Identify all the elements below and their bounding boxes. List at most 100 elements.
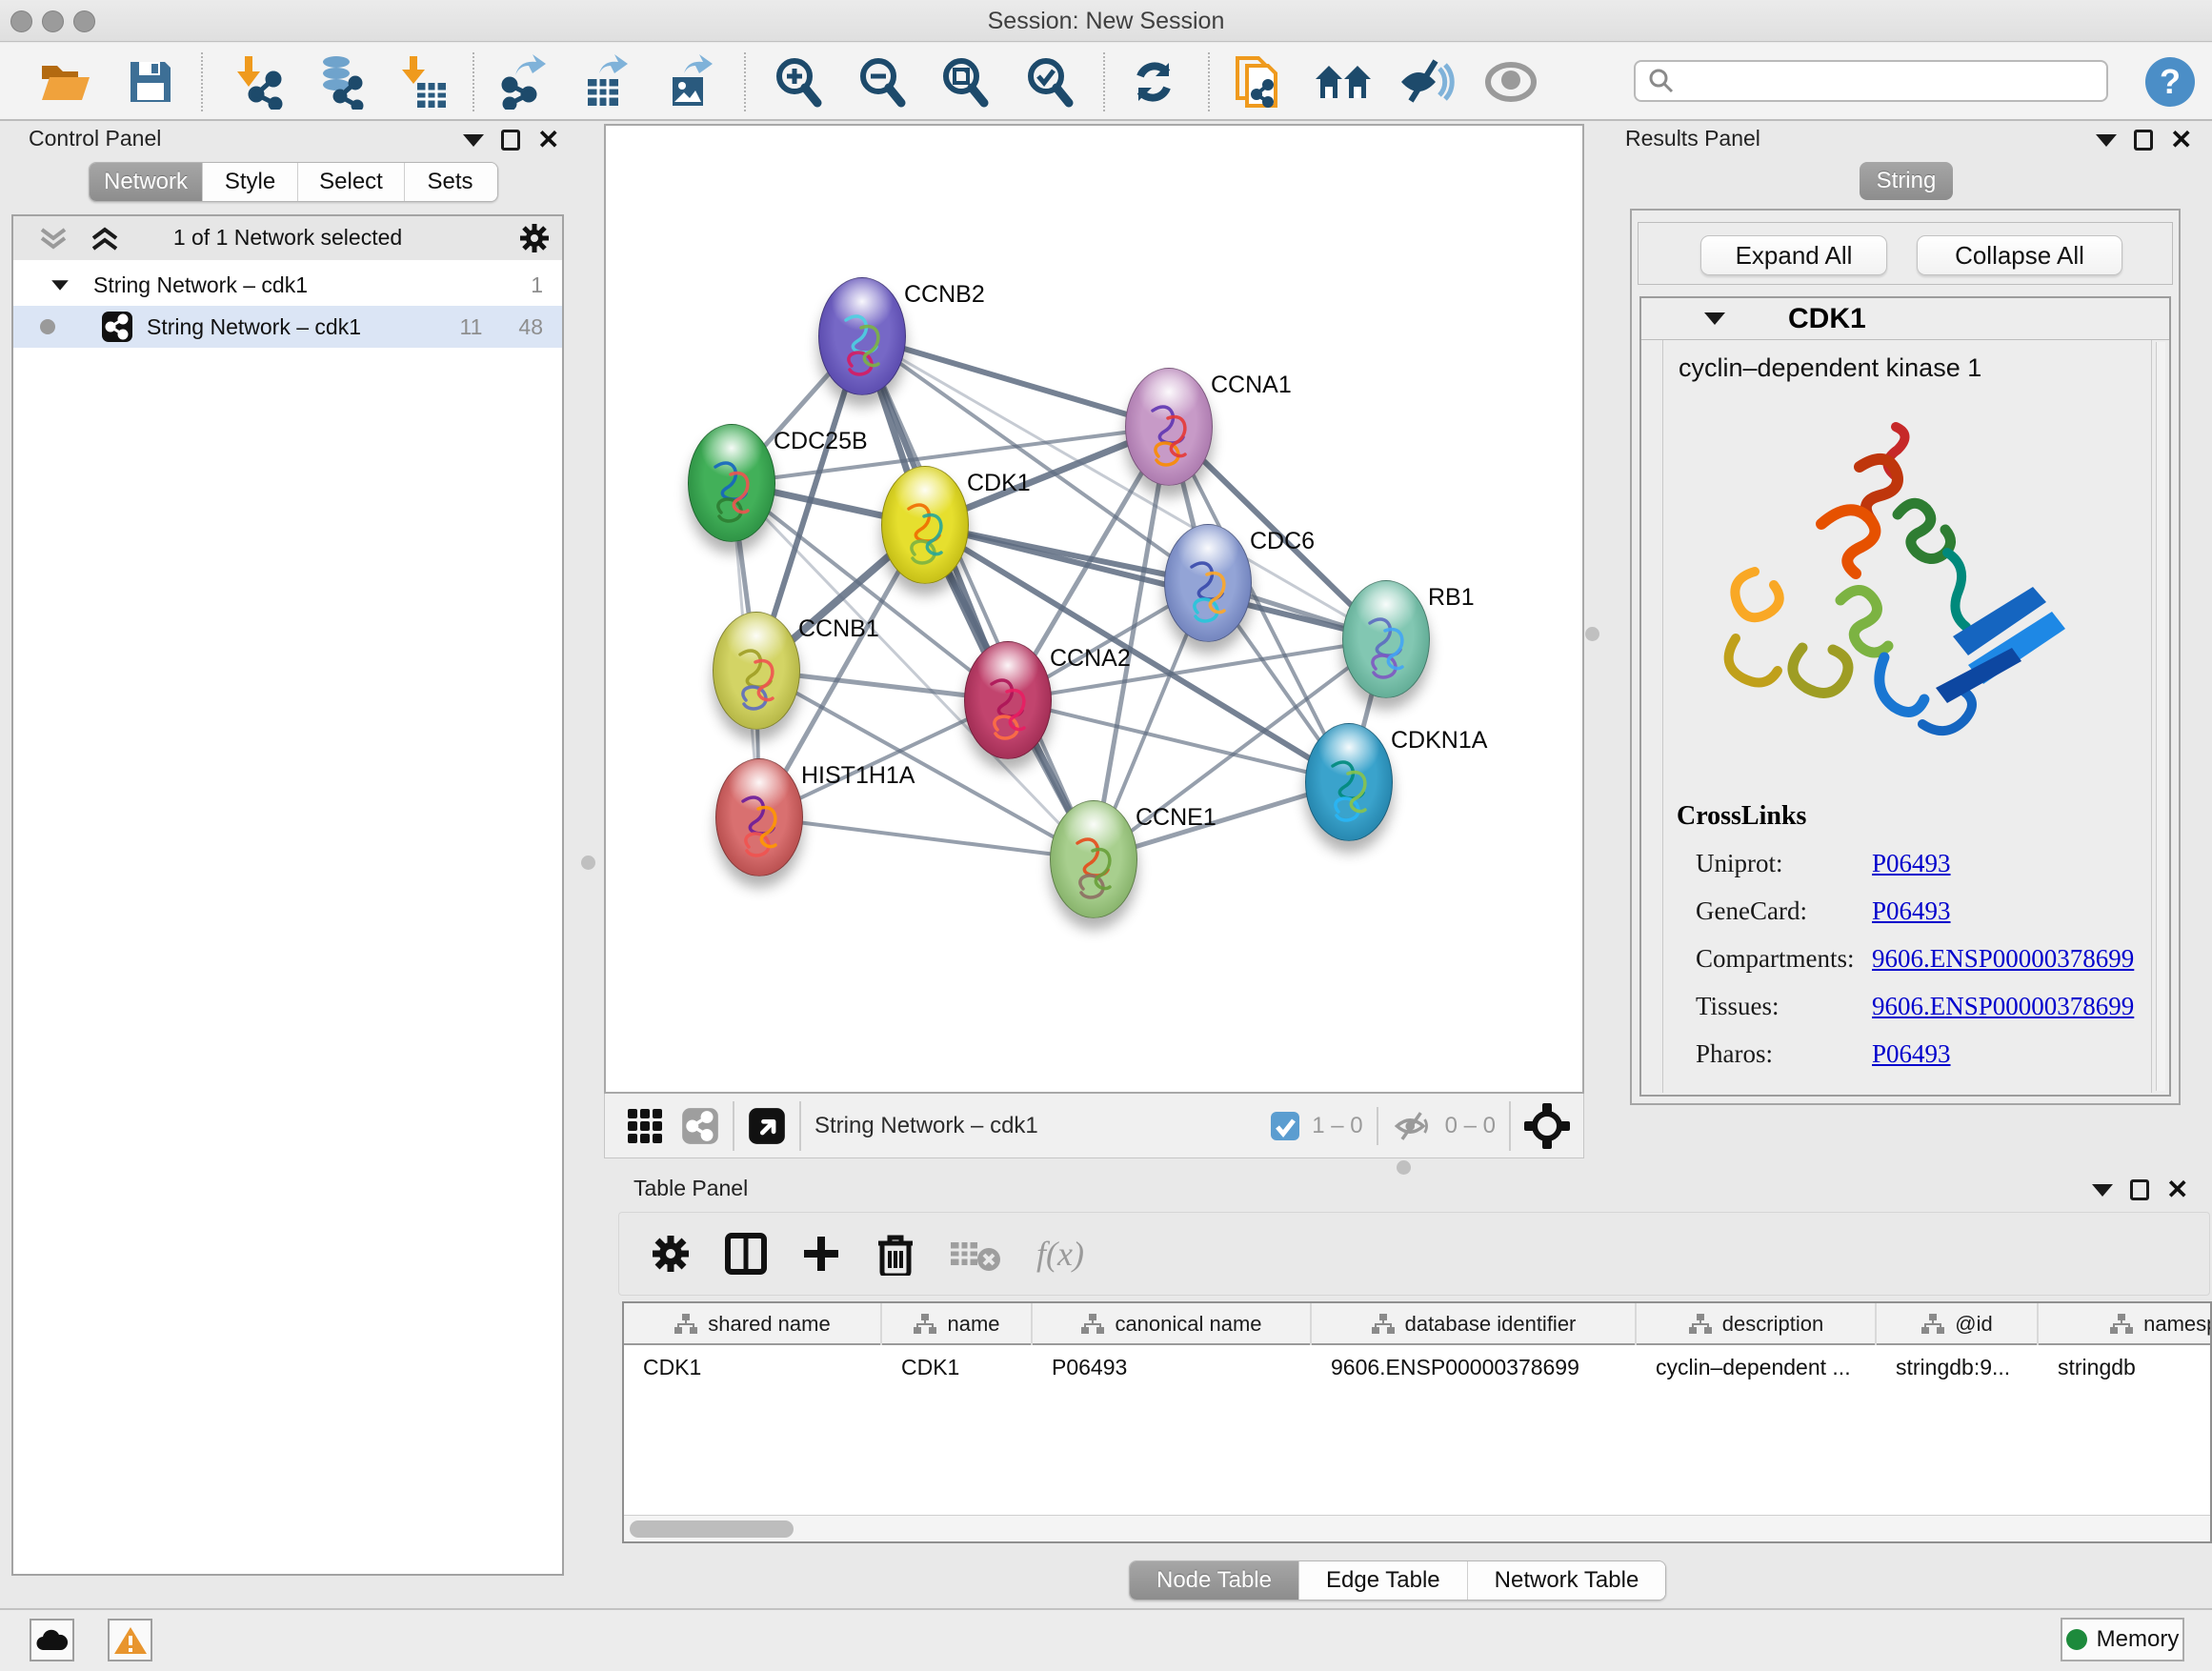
show-columns-icon[interactable]	[724, 1232, 768, 1276]
graph-node-ccna2[interactable]	[964, 641, 1052, 759]
network-row[interactable]: String Network – cdk1 11 48	[13, 306, 562, 348]
crosslink-value-link[interactable]: P06493	[1872, 1039, 1951, 1069]
search-field[interactable]	[1634, 60, 2108, 102]
control-panel-float-icon[interactable]	[501, 130, 520, 151]
column-header-@id[interactable]: @id	[1877, 1303, 2039, 1345]
network-options-gear-icon[interactable]	[518, 222, 551, 254]
table-cell[interactable]: P06493	[1033, 1347, 1312, 1387]
warnings-button[interactable]	[108, 1619, 152, 1661]
tree-expand-icon[interactable]	[51, 280, 69, 290]
add-column-icon[interactable]	[800, 1233, 842, 1275]
selected-checkbox-icon[interactable]	[1270, 1111, 1300, 1141]
graph-node-cdc25b[interactable]	[688, 424, 775, 542]
results-scrollbar[interactable]	[2156, 342, 2165, 1091]
graph-node-label: CDK1	[967, 470, 1031, 497]
import-network-button[interactable]	[228, 52, 289, 111]
refresh-layout-button[interactable]	[1123, 52, 1184, 111]
table-cell[interactable]: stringdb	[2039, 1347, 2212, 1387]
table-cell[interactable]: CDK1	[882, 1347, 1033, 1387]
zoom-out-button[interactable]	[852, 52, 913, 111]
results-panel-float-icon[interactable]	[2134, 130, 2153, 151]
memory-button[interactable]: Memory	[2061, 1618, 2184, 1661]
save-session-button[interactable]	[120, 52, 181, 111]
tab-sets[interactable]: Sets	[404, 163, 495, 201]
column-header-name[interactable]: name	[882, 1303, 1033, 1345]
tab-style[interactable]: Style	[202, 163, 297, 201]
graph-node-cdc6[interactable]	[1164, 524, 1252, 642]
results-panel-close-icon[interactable]: ✕	[2170, 130, 2192, 151]
results-panel-menu-icon[interactable]	[2096, 134, 2117, 147]
tab-network[interactable]: Network	[90, 163, 202, 201]
graph-node-rb1[interactable]	[1342, 580, 1430, 698]
crosslink-value-link[interactable]: 9606.ENSP00000378699	[1872, 944, 2134, 974]
tab-string[interactable]: String	[1860, 162, 1953, 200]
network-share-icon	[101, 311, 133, 343]
column-header-database-identifier[interactable]: database identifier	[1312, 1303, 1637, 1345]
graph-node-ccnb2[interactable]	[818, 277, 906, 395]
import-database-button[interactable]	[308, 52, 369, 111]
table-row[interactable]: CDK1CDK1P064939606.ENSP00000378699cyclin…	[624, 1347, 2212, 1387]
hide-selected-button[interactable]	[1396, 52, 1457, 111]
zoom-selected-button[interactable]	[1019, 52, 1080, 111]
table-panel-menu-icon[interactable]	[2092, 1184, 2113, 1197]
open-session-button[interactable]	[34, 52, 95, 111]
pan-crosshair-icon[interactable]	[1524, 1103, 1570, 1149]
search-input[interactable]	[1683, 69, 2106, 94]
network-collection-row[interactable]: String Network – cdk1 1	[13, 264, 562, 306]
zoom-fit-button[interactable]	[935, 52, 995, 111]
table-cell[interactable]: 9606.ENSP00000378699	[1312, 1347, 1637, 1387]
table-gear-icon[interactable]	[650, 1233, 692, 1275]
column-header-canonical-name[interactable]: canonical name	[1033, 1303, 1312, 1345]
column-header-description[interactable]: description	[1637, 1303, 1877, 1345]
export-image-button[interactable]	[659, 52, 720, 111]
grid-view-icon[interactable]	[628, 1109, 662, 1143]
table-cell[interactable]: stringdb:9...	[1877, 1347, 2039, 1387]
network-selected-status: 1 of 1 Network selected	[13, 225, 562, 251]
control-panel-close-icon[interactable]: ✕	[537, 130, 559, 151]
export-table-button[interactable]	[576, 52, 637, 111]
crosslink-value-link[interactable]: P06493	[1872, 849, 1951, 878]
column-header-namespace[interactable]: namespace	[2039, 1303, 2212, 1345]
expand-all-button[interactable]: Expand All	[1700, 235, 1887, 275]
right-splitter-handle[interactable]	[1585, 627, 1599, 641]
network-canvas[interactable]: CCNB2CCNA1CDC25BCDK1CDC6RB1CCNB1CCNA2CDK…	[604, 124, 1584, 1094]
clone-network-button[interactable]	[1229, 52, 1290, 111]
graph-node-ccne1[interactable]	[1050, 800, 1137, 918]
show-all-button[interactable]	[1480, 52, 1541, 111]
delete-column-icon[interactable]	[875, 1232, 916, 1276]
gene-section-header[interactable]: CDK1	[1641, 298, 2169, 340]
left-splitter-handle[interactable]	[581, 856, 595, 870]
zoom-in-button[interactable]	[768, 52, 829, 111]
control-panel-menu-icon[interactable]	[463, 134, 484, 147]
graph-node-ccnb1[interactable]	[713, 612, 800, 730]
horizontal-splitter-handle[interactable]	[1397, 1160, 1411, 1175]
table-panel-float-icon[interactable]	[2130, 1179, 2149, 1200]
table-panel-close-icon[interactable]: ✕	[2166, 1179, 2188, 1200]
column-header-shared-name[interactable]: shared name	[624, 1303, 882, 1345]
graph-node-cdk1[interactable]	[881, 466, 969, 584]
tab-select[interactable]: Select	[297, 163, 404, 201]
gene-collapse-icon[interactable]	[1704, 312, 1725, 325]
first-neighbors-button[interactable]	[1313, 52, 1374, 111]
export-network-button[interactable]	[493, 52, 553, 111]
help-button[interactable]: ?	[2140, 52, 2201, 111]
table-cell[interactable]: CDK1	[624, 1347, 882, 1387]
graph-node-hist1h1a[interactable]	[715, 758, 803, 876]
graph-node-ccna1[interactable]	[1125, 368, 1213, 486]
current-network-title: String Network – cdk1	[814, 1113, 1038, 1139]
tab-node-table[interactable]: Node Table	[1130, 1561, 1298, 1600]
crosslink-value-link[interactable]: P06493	[1872, 896, 1951, 926]
table-cell[interactable]: cyclin–dependent ...	[1637, 1347, 1877, 1387]
crosslink-value-link[interactable]: 9606.ENSP00000378699	[1872, 992, 2134, 1021]
column-type-icon	[674, 1313, 698, 1336]
table-hscrollbar[interactable]	[624, 1515, 2210, 1541]
tab-edge-table[interactable]: Edge Table	[1298, 1561, 1467, 1600]
collapse-all-button[interactable]: Collapse All	[1917, 235, 2122, 275]
network-share-toggle-icon[interactable]	[681, 1107, 719, 1145]
import-table-button[interactable]	[392, 52, 453, 111]
tab-network-table[interactable]: Network Table	[1467, 1561, 1666, 1600]
nav-separator	[799, 1101, 801, 1151]
cloud-status-button[interactable]	[30, 1619, 74, 1661]
birds-eye-view-icon[interactable]	[748, 1107, 786, 1145]
graph-node-cdkn1a[interactable]	[1305, 723, 1393, 841]
